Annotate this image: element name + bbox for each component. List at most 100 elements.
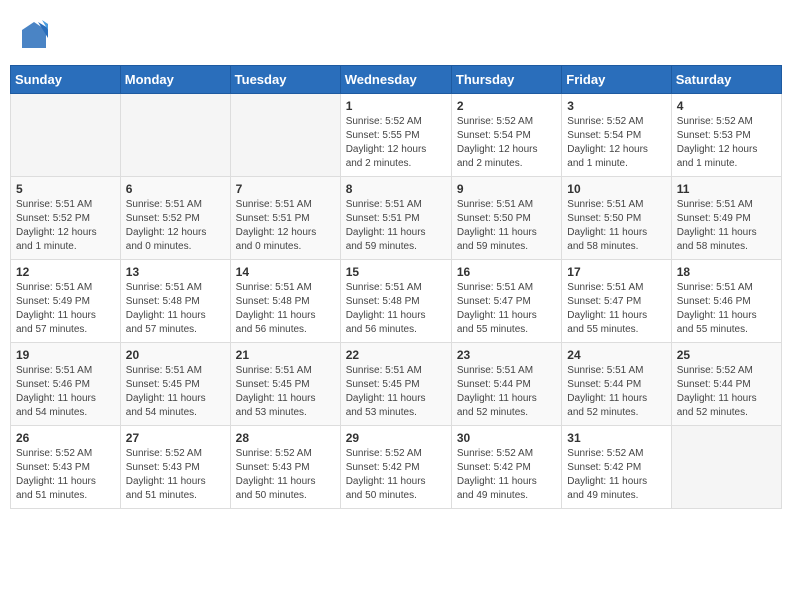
day-info: Sunrise: 5:51 AM Sunset: 5:45 PM Dayligh… — [236, 364, 335, 420]
day-info: Sunrise: 5:51 AM Sunset: 5:50 PM Dayligh… — [457, 198, 556, 254]
day-info: Sunrise: 5:51 AM Sunset: 5:45 PM Dayligh… — [346, 364, 446, 420]
calendar-week-2: 5 Sunrise: 5:51 AM Sunset: 5:52 PM Daylig… — [11, 177, 782, 260]
day-number: 15 — [346, 265, 446, 279]
day-number: 12 — [16, 265, 115, 279]
calendar-header-friday: Friday — [562, 66, 671, 94]
day-number: 20 — [126, 348, 225, 362]
day-number: 21 — [236, 348, 335, 362]
day-info: Sunrise: 5:51 AM Sunset: 5:51 PM Dayligh… — [236, 198, 335, 254]
day-info: Sunrise: 5:51 AM Sunset: 5:48 PM Dayligh… — [346, 281, 446, 337]
day-number: 29 — [346, 431, 446, 445]
day-info: Sunrise: 5:52 AM Sunset: 5:42 PM Dayligh… — [457, 447, 556, 503]
day-info: Sunrise: 5:51 AM Sunset: 5:48 PM Dayligh… — [126, 281, 225, 337]
calendar-cell: 27 Sunrise: 5:52 AM Sunset: 5:43 PM Dayli… — [120, 426, 230, 509]
day-number: 26 — [16, 431, 115, 445]
day-number: 1 — [346, 99, 446, 113]
day-info: Sunrise: 5:52 AM Sunset: 5:54 PM Dayligh… — [567, 115, 665, 171]
day-info: Sunrise: 5:52 AM Sunset: 5:43 PM Dayligh… — [16, 447, 115, 503]
day-info: Sunrise: 5:51 AM Sunset: 5:45 PM Dayligh… — [126, 364, 225, 420]
day-info: Sunrise: 5:51 AM Sunset: 5:44 PM Dayligh… — [457, 364, 556, 420]
calendar-header-thursday: Thursday — [451, 66, 561, 94]
calendar-header-row: SundayMondayTuesdayWednesdayThursdayFrid… — [11, 66, 782, 94]
calendar-header-wednesday: Wednesday — [340, 66, 451, 94]
calendar-header-tuesday: Tuesday — [230, 66, 340, 94]
day-number: 14 — [236, 265, 335, 279]
calendar-cell — [671, 426, 781, 509]
day-info: Sunrise: 5:52 AM Sunset: 5:44 PM Dayligh… — [677, 364, 776, 420]
day-number: 24 — [567, 348, 665, 362]
calendar-cell: 13 Sunrise: 5:51 AM Sunset: 5:48 PM Dayli… — [120, 260, 230, 343]
calendar-cell: 12 Sunrise: 5:51 AM Sunset: 5:49 PM Dayli… — [11, 260, 121, 343]
calendar-cell: 25Sunrise: 5:52 AM Sunset: 5:44 PM Dayli… — [671, 343, 781, 426]
day-number: 4 — [677, 99, 776, 113]
logo — [20, 20, 48, 52]
calendar-cell: 14Sunrise: 5:51 AM Sunset: 5:48 PM Dayli… — [230, 260, 340, 343]
day-info: Sunrise: 5:51 AM Sunset: 5:44 PM Dayligh… — [567, 364, 665, 420]
calendar-week-1: 1 Sunrise: 5:52 AM Sunset: 5:55 PM Daylig… — [11, 94, 782, 177]
day-number: 6 — [126, 182, 225, 196]
calendar-cell: 16 Sunrise: 5:51 AM Sunset: 5:47 PM Dayli… — [451, 260, 561, 343]
day-number: 5 — [16, 182, 115, 196]
day-info: Sunrise: 5:52 AM Sunset: 5:43 PM Dayligh… — [236, 447, 335, 503]
day-number: 17 — [567, 265, 665, 279]
calendar-cell: 15 Sunrise: 5:51 AM Sunset: 5:48 PM Dayli… — [340, 260, 451, 343]
day-info: Sunrise: 5:51 AM Sunset: 5:46 PM Dayligh… — [16, 364, 115, 420]
day-number: 8 — [346, 182, 446, 196]
day-number: 27 — [126, 431, 225, 445]
day-info: Sunrise: 5:51 AM Sunset: 5:46 PM Dayligh… — [677, 281, 776, 337]
calendar-cell: 7 Sunrise: 5:51 AM Sunset: 5:51 PM Daylig… — [230, 177, 340, 260]
day-info: Sunrise: 5:52 AM Sunset: 5:43 PM Dayligh… — [126, 447, 225, 503]
day-number: 11 — [677, 182, 776, 196]
day-info: Sunrise: 5:51 AM Sunset: 5:49 PM Dayligh… — [677, 198, 776, 254]
calendar-cell: 9 Sunrise: 5:51 AM Sunset: 5:50 PM Daylig… — [451, 177, 561, 260]
day-info: Sunrise: 5:51 AM Sunset: 5:47 PM Dayligh… — [457, 281, 556, 337]
day-number: 10 — [567, 182, 665, 196]
calendar-header-sunday: Sunday — [11, 66, 121, 94]
calendar-cell: 5 Sunrise: 5:51 AM Sunset: 5:52 PM Daylig… — [11, 177, 121, 260]
calendar-cell: 29 Sunrise: 5:52 AM Sunset: 5:42 PM Dayli… — [340, 426, 451, 509]
day-number: 9 — [457, 182, 556, 196]
calendar-cell: 2Sunrise: 5:52 AM Sunset: 5:54 PM Daylig… — [451, 94, 561, 177]
calendar-cell: 26 Sunrise: 5:52 AM Sunset: 5:43 PM Dayli… — [11, 426, 121, 509]
calendar-cell: 30 Sunrise: 5:52 AM Sunset: 5:42 PM Dayli… — [451, 426, 561, 509]
day-number: 16 — [457, 265, 556, 279]
day-info: Sunrise: 5:52 AM Sunset: 5:42 PM Dayligh… — [346, 447, 446, 503]
calendar-cell: 10 Sunrise: 5:51 AM Sunset: 5:50 PM Dayli… — [562, 177, 671, 260]
day-number: 30 — [457, 431, 556, 445]
day-number: 18 — [677, 265, 776, 279]
calendar-cell: 4Sunrise: 5:52 AM Sunset: 5:53 PM Daylig… — [671, 94, 781, 177]
calendar-cell: 3Sunrise: 5:52 AM Sunset: 5:54 PM Daylig… — [562, 94, 671, 177]
day-number: 7 — [236, 182, 335, 196]
calendar: SundayMondayTuesdayWednesdayThursdayFrid… — [10, 65, 782, 509]
day-info: Sunrise: 5:52 AM Sunset: 5:54 PM Dayligh… — [457, 115, 556, 171]
calendar-header-saturday: Saturday — [671, 66, 781, 94]
day-number: 23 — [457, 348, 556, 362]
calendar-cell: 23 Sunrise: 5:51 AM Sunset: 5:44 PM Dayli… — [451, 343, 561, 426]
calendar-cell: 31 Sunrise: 5:52 AM Sunset: 5:42 PM Dayli… — [562, 426, 671, 509]
calendar-cell — [11, 94, 121, 177]
day-info: Sunrise: 5:52 AM Sunset: 5:42 PM Dayligh… — [567, 447, 665, 503]
day-info: Sunrise: 5:51 AM Sunset: 5:49 PM Dayligh… — [16, 281, 115, 337]
day-info: Sunrise: 5:51 AM Sunset: 5:51 PM Dayligh… — [346, 198, 446, 254]
calendar-week-3: 12 Sunrise: 5:51 AM Sunset: 5:49 PM Dayli… — [11, 260, 782, 343]
calendar-week-4: 19 Sunrise: 5:51 AM Sunset: 5:46 PM Dayli… — [11, 343, 782, 426]
calendar-cell: 6 Sunrise: 5:51 AM Sunset: 5:52 PM Daylig… — [120, 177, 230, 260]
calendar-cell: 21 Sunrise: 5:51 AM Sunset: 5:45 PM Dayli… — [230, 343, 340, 426]
day-info: Sunrise: 5:51 AM Sunset: 5:52 PM Dayligh… — [16, 198, 115, 254]
day-info: Sunrise: 5:51 AM Sunset: 5:50 PM Dayligh… — [567, 198, 665, 254]
day-number: 22 — [346, 348, 446, 362]
day-number: 19 — [16, 348, 115, 362]
calendar-cell: 17 Sunrise: 5:51 AM Sunset: 5:47 PM Dayli… — [562, 260, 671, 343]
day-info: Sunrise: 5:52 AM Sunset: 5:55 PM Dayligh… — [346, 115, 446, 171]
calendar-cell: 20 Sunrise: 5:51 AM Sunset: 5:45 PM Dayli… — [120, 343, 230, 426]
day-number: 31 — [567, 431, 665, 445]
day-number: 28 — [236, 431, 335, 445]
calendar-cell: 1 Sunrise: 5:52 AM Sunset: 5:55 PM Daylig… — [340, 94, 451, 177]
day-info: Sunrise: 5:51 AM Sunset: 5:47 PM Dayligh… — [567, 281, 665, 337]
calendar-cell: 28 Sunrise: 5:52 AM Sunset: 5:43 PM Dayli… — [230, 426, 340, 509]
day-info: Sunrise: 5:51 AM Sunset: 5:52 PM Dayligh… — [126, 198, 225, 254]
logo-icon — [20, 20, 48, 52]
calendar-cell — [230, 94, 340, 177]
header — [10, 10, 782, 57]
day-number: 13 — [126, 265, 225, 279]
